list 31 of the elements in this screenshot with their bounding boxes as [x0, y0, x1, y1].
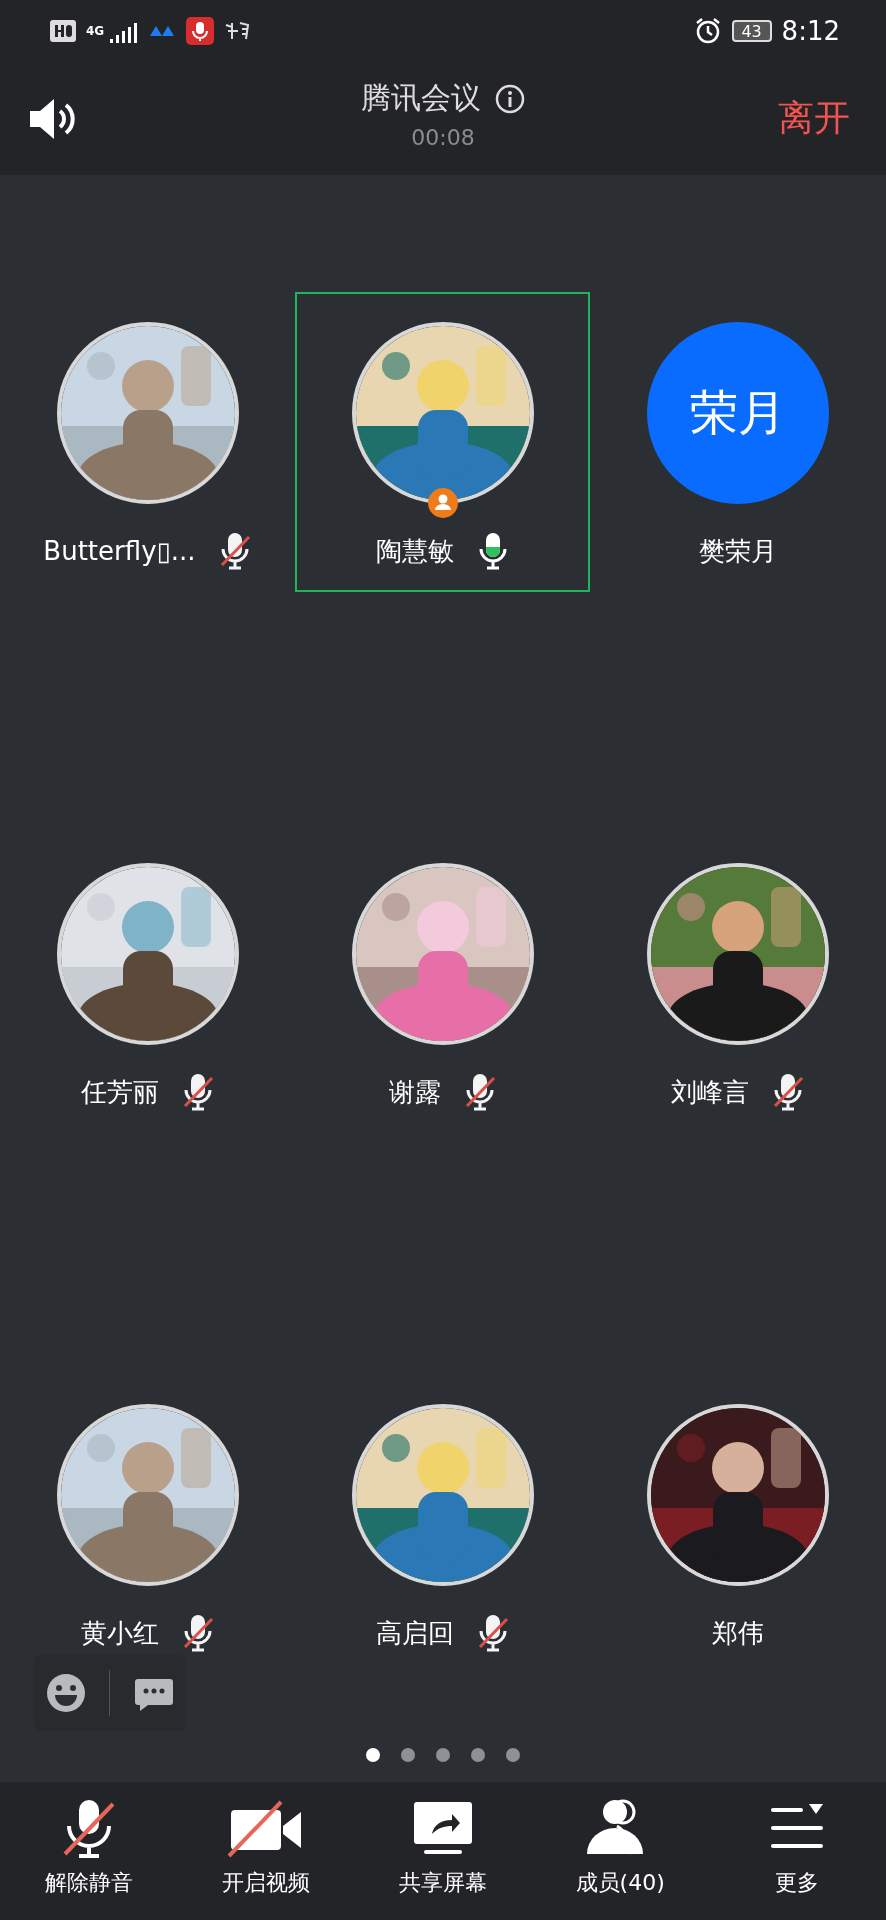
page-dot[interactable]: [471, 1748, 485, 1762]
toolbar-button[interactable]: 解除静音: [0, 1782, 178, 1920]
leave-button[interactable]: 离开: [778, 94, 850, 143]
toolbar-button[interactable]: 开启视频: [177, 1782, 355, 1920]
participant-name: 樊荣月: [698, 534, 777, 568]
participant-name: 刘峰言: [670, 1075, 749, 1109]
participant-name: 陶慧敏: [375, 534, 454, 568]
toolbar-button[interactable]: 共享屏幕: [354, 1782, 532, 1920]
hd-icon: [50, 20, 76, 42]
participant-name: Butterfly▯...: [43, 536, 196, 566]
clock-time: 8:12: [781, 16, 840, 46]
meeting-timer: 00:08: [411, 125, 475, 150]
page-dot[interactable]: [436, 1748, 450, 1762]
app-icon: [150, 24, 176, 38]
page-dot[interactable]: [366, 1748, 380, 1762]
avatar-initials: 荣月: [646, 322, 829, 504]
participant-name: 谢露: [388, 1075, 441, 1109]
page-dot[interactable]: [506, 1748, 520, 1762]
participant-name: 郑伟: [711, 1616, 764, 1650]
participant-name: 高启回: [375, 1616, 454, 1650]
page-dot[interactable]: [401, 1748, 415, 1762]
battery-level: 43: [731, 20, 772, 42]
toolbar-button[interactable]: 成员(40): [531, 1782, 709, 1920]
participant-name: 黄小红: [80, 1616, 159, 1650]
mic-app-icon: [186, 17, 214, 45]
emoji-icon[interactable]: [45, 1673, 86, 1713]
meeting-title: 腾讯会议: [361, 79, 481, 117]
toolbar-button[interactable]: 更多: [708, 1782, 886, 1920]
info-icon[interactable]: [495, 83, 525, 114]
participant-tile[interactable]: 陶慧敏: [295, 292, 590, 592]
participant-name: 任芳丽: [80, 1075, 159, 1109]
